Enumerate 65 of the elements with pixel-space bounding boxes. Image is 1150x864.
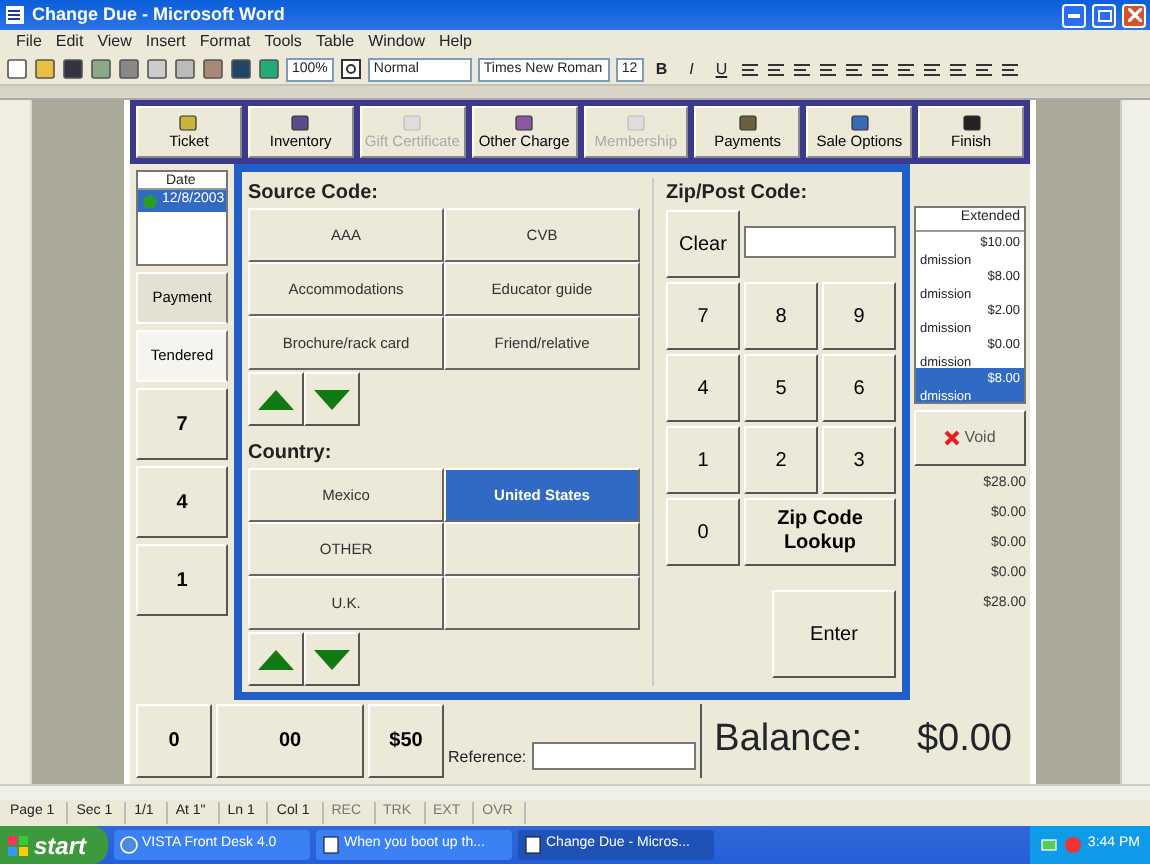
x-icon	[944, 429, 961, 445]
scroll-down-button[interactable]	[304, 372, 360, 426]
close-icon	[1127, 8, 1141, 22]
reference-field[interactable]	[532, 742, 697, 770]
triangle-down-icon	[314, 389, 350, 409]
minimize-icon	[1068, 13, 1080, 17]
keypad-key[interactable]: 1	[136, 544, 228, 616]
enter-button[interactable]: Enter	[772, 590, 896, 678]
keypad-key[interactable]: 5	[744, 354, 818, 422]
start-button[interactable]: start	[0, 826, 108, 864]
balance-label: Balance:	[714, 716, 863, 765]
close-button[interactable]	[1122, 3, 1146, 27]
section-label: Source Code:	[248, 180, 381, 208]
keypad-key[interactable]: 3	[822, 426, 896, 494]
windows-logo-icon	[8, 835, 28, 855]
keypad-key[interactable]: 8	[744, 282, 818, 350]
vertical-scrollbar[interactable]	[1120, 100, 1150, 784]
triangle-up-icon	[258, 389, 294, 409]
keypad-key[interactable]: 0	[666, 498, 740, 566]
underline-button[interactable]: U	[709, 57, 734, 81]
zip-lookup-button[interactable]: Zip Code Lookup	[744, 498, 896, 566]
document-icon	[524, 836, 542, 854]
void-button[interactable]: Void	[914, 409, 1026, 465]
check-icon	[142, 193, 158, 209]
keypad-key[interactable]: 00	[216, 704, 364, 778]
scroll-down-button[interactable]	[304, 632, 360, 686]
keypad-key[interactable]: 9	[822, 282, 896, 350]
italic-button[interactable]: I	[679, 57, 704, 81]
keypad-key[interactable]: 4	[666, 354, 740, 422]
keypad-key[interactable]: $50	[368, 704, 444, 778]
minimize-button[interactable]	[1062, 3, 1086, 27]
zip-code-field[interactable]	[744, 226, 896, 258]
menu-item[interactable]: Window	[368, 30, 426, 54]
keypad-key[interactable]: 0	[136, 704, 212, 778]
window-title: Change Due - Microsoft Word	[32, 1, 287, 28]
menu-item[interactable]: Format	[199, 30, 251, 54]
scroll-up-button[interactable]	[248, 372, 304, 426]
menu-item[interactable]: Tools	[264, 30, 302, 54]
section-label: Country:	[248, 440, 334, 468]
balance-value: $0.00	[916, 716, 1012, 765]
section-label: Zip/Post Code:	[666, 180, 810, 208]
triangle-down-icon	[314, 649, 350, 669]
keypad-key[interactable]: 4	[136, 466, 228, 538]
scroll-up-button[interactable]	[248, 632, 304, 686]
word-document-icon	[4, 4, 26, 26]
restore-icon	[1097, 9, 1111, 21]
keypad-key[interactable]: 6	[822, 354, 896, 422]
menu-item[interactable]: Help	[439, 30, 472, 54]
triangle-up-icon	[258, 649, 294, 669]
bold-button[interactable]: B	[649, 57, 674, 81]
keypad-key[interactable]: 1	[666, 426, 740, 494]
keypad-key[interactable]: 7	[136, 388, 228, 460]
menu-item[interactable]: File	[16, 30, 42, 54]
align-left-icon[interactable]	[739, 59, 760, 79]
menu-item[interactable]: Edit	[55, 30, 84, 54]
clear-button[interactable]: Clear	[666, 210, 740, 278]
document-icon	[322, 836, 340, 854]
horizontal-scrollbar[interactable]	[0, 784, 1150, 800]
menu-item[interactable]: View	[97, 30, 132, 54]
menu-item[interactable]: Insert	[145, 30, 186, 54]
keypad-key[interactable]: 7	[666, 282, 740, 350]
keypad-key[interactable]: 2	[744, 426, 818, 494]
menu-item[interactable]: Table	[315, 30, 355, 54]
field-label: Reference:	[448, 746, 527, 770]
restore-button[interactable]	[1092, 3, 1116, 27]
